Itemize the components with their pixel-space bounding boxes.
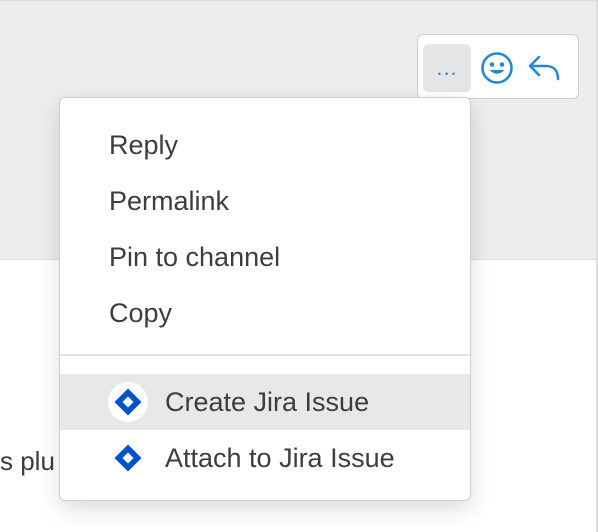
jira-icon: [108, 438, 148, 478]
reply-arrow-icon: [528, 55, 560, 81]
menu-item-label: Reply: [109, 129, 179, 160]
menu-item-attach-to-jira-issue[interactable]: Attach to Jira Issue: [60, 430, 470, 486]
menu-item-create-jira-issue[interactable]: Create Jira Issue: [60, 374, 470, 430]
smiley-face-icon: [481, 52, 513, 84]
menu-item-pin-to-channel[interactable]: Pin to channel: [60, 229, 470, 285]
menu-item-label: Pin to channel: [109, 241, 281, 272]
menu-item-label: Permalink: [109, 185, 230, 216]
reply-button[interactable]: [520, 44, 568, 92]
jira-icon: [108, 382, 148, 422]
menu-item-copy[interactable]: Copy: [60, 285, 470, 341]
more-actions-button[interactable]: ...: [423, 44, 471, 92]
menu-item-label: Create Jira Issue: [165, 386, 370, 417]
post-hover-toolbar: ...: [417, 34, 579, 99]
menu-item-permalink[interactable]: Permalink: [60, 173, 470, 229]
menu-divider: [60, 354, 470, 356]
add-reaction-button[interactable]: [473, 44, 521, 92]
menu-item-label: Attach to Jira Issue: [165, 442, 395, 473]
menu-item-label: Copy: [109, 297, 173, 328]
post-dot-menu: Reply Permalink Pin to channel Copy Crea…: [59, 97, 471, 501]
post-text: s plu: [0, 446, 55, 476]
menu-item-reply[interactable]: Reply: [60, 117, 470, 173]
ellipsis-icon: ...: [436, 55, 458, 80]
